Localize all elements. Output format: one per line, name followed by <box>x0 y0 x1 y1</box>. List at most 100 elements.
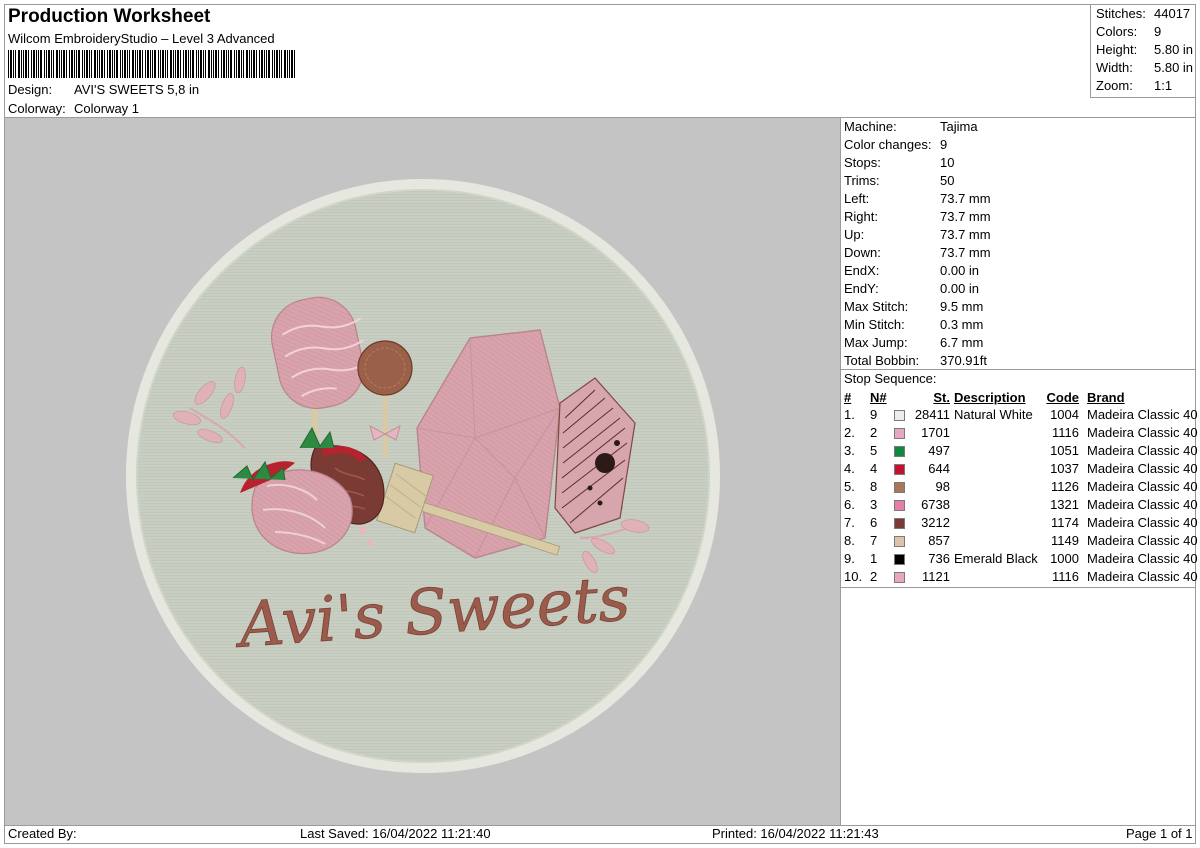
column-header: Code <box>1046 389 1080 405</box>
info-label: Up: <box>844 227 865 242</box>
info-label: Trims: <box>844 173 880 188</box>
info-label: Down: <box>844 245 881 260</box>
row-description <box>952 460 1043 478</box>
row-needle: 2 <box>870 569 878 584</box>
row-description <box>952 532 1043 550</box>
embroidery-preview-image: Avi's Sweets <box>126 179 720 773</box>
colorway-value: Colorway 1 <box>74 101 140 116</box>
stat-label: Colors: <box>1096 24 1138 39</box>
row-index: 1. <box>844 407 855 422</box>
row-brand: Madeira Classic 40 <box>1087 551 1198 566</box>
stat-stitches: Stitches: 44017 <box>1096 5 1196 23</box>
info-label: Stops: <box>844 155 881 170</box>
software-name: Wilcom EmbroideryStudio – Level 3 Advanc… <box>8 31 275 46</box>
row-description <box>952 442 1043 460</box>
info-label: Left: <box>844 191 870 206</box>
column-header: Description <box>954 389 1026 405</box>
row-code: 1116 <box>1052 569 1079 584</box>
color-swatch <box>892 550 910 568</box>
info-label: Machine: <box>844 119 897 134</box>
column-header: St. <box>933 389 950 405</box>
row-needle: 2 <box>870 425 878 440</box>
row-brand: Madeira Classic 40 <box>1087 407 1198 422</box>
row-index: 7. <box>844 515 855 530</box>
info-row: Up: 73.7 mm <box>844 226 1194 244</box>
info-row: Max Stitch: 9.5 mm <box>844 298 1194 316</box>
row-stitches: 857 <box>928 533 950 548</box>
row-stitches: 28411 <box>914 407 950 422</box>
info-row: Down: 73.7 mm <box>844 244 1194 262</box>
row-description <box>952 478 1043 496</box>
divider <box>840 117 841 825</box>
stat-label: Stitches: <box>1096 6 1146 21</box>
row-index: 5. <box>844 479 855 494</box>
color-swatch <box>892 496 910 514</box>
info-row: Left: 73.7 mm <box>844 190 1194 208</box>
info-label: Max Jump: <box>844 335 908 350</box>
info-row: Stops: 10 <box>844 154 1194 172</box>
row-description <box>952 424 1043 442</box>
row-description <box>952 514 1043 532</box>
row-stitches: 3212 <box>921 515 950 530</box>
design-preview: Avi's Sweets <box>5 118 840 825</box>
stat-label: Height: <box>1096 42 1138 57</box>
row-stitches: 98 <box>935 479 950 494</box>
stat-zoom: Zoom: 1:1 <box>1096 77 1196 95</box>
color-swatch <box>892 406 910 424</box>
stop-sequence-table: # N# St. Description Code Brand 1. 9 28411… <box>842 388 1200 586</box>
color-swatch-icon <box>894 572 905 584</box>
row-needle: 5 <box>870 443 878 458</box>
row-brand: Madeira Classic 40 <box>1087 497 1198 512</box>
table-row: 8. 7 857 1149 Madeira Classic 40 <box>842 532 1200 550</box>
row-code: 1174 <box>1051 515 1079 530</box>
colorway-row: Colorway: Colorway 1 <box>8 101 139 116</box>
divider <box>4 825 1196 826</box>
info-value: 0.00 in <box>940 281 980 296</box>
info-row: Machine: Tajima <box>844 118 1194 136</box>
info-value: 0.00 in <box>940 263 980 278</box>
footer-page: Page 1 of 1 <box>1126 826 1193 841</box>
colorway-label: Colorway: <box>8 101 66 116</box>
info-row: Min Stitch: 0.3 mm <box>844 316 1194 334</box>
table-row: 1. 9 28411 Natural White 1004 Madeira Classic… <box>842 406 1200 424</box>
row-code: 1126 <box>1051 479 1079 494</box>
color-swatch <box>892 424 910 442</box>
row-brand: Madeira Classic 40 <box>1087 533 1198 548</box>
stats-box: Stitches: 44017 Colors: 9 Height: 5.80 in W… <box>1090 4 1196 98</box>
table-row: 10. 2 1121 1116 Madeira Classic 40 <box>842 568 1200 586</box>
stat-label: Zoom: <box>1096 78 1133 93</box>
info-value: 0.3 mm <box>940 317 984 332</box>
machine-info: Machine: Tajima Color changes: 9 Stops: 10 … <box>844 118 1194 370</box>
row-code: 1116 <box>1052 425 1079 440</box>
row-index: 2. <box>844 425 855 440</box>
info-value: 10 <box>940 155 955 170</box>
table-row: 6. 3 6738 1321 Madeira Classic 40 <box>842 496 1200 514</box>
info-value: 73.7 mm <box>940 191 991 206</box>
row-index: 8. <box>844 533 855 548</box>
row-index: 4. <box>844 461 855 476</box>
worksheet-title: Production Worksheet <box>8 6 211 27</box>
design-row: Design: AVI'S SWEETS 5,8 in <box>8 82 199 97</box>
table-row: 7. 6 3212 1174 Madeira Classic 40 <box>842 514 1200 532</box>
row-needle: 8 <box>870 479 878 494</box>
row-description: Natural White <box>954 407 1033 422</box>
info-row: Max Jump: 6.7 mm <box>844 334 1194 352</box>
info-value: 9 <box>940 137 948 152</box>
row-stitches: 736 <box>928 551 950 566</box>
table-row: 5. 8 98 1126 Madeira Classic 40 <box>842 478 1200 496</box>
color-swatch <box>892 514 910 532</box>
stat-value: 44017 <box>1154 6 1191 21</box>
color-swatch-icon <box>894 410 905 422</box>
color-swatch <box>892 532 910 550</box>
stat-label: Width: <box>1096 60 1133 75</box>
info-label: Color changes: <box>844 137 932 152</box>
stat-width: Width: 5.80 in <box>1096 59 1196 77</box>
stat-value: 5.80 in <box>1154 60 1194 75</box>
row-needle: 7 <box>870 533 878 548</box>
info-value: 9.5 mm <box>940 299 984 314</box>
row-brand: Madeira Classic 40 <box>1087 479 1198 494</box>
color-swatch-icon <box>894 482 905 494</box>
color-swatch <box>892 442 910 460</box>
info-row: Trims: 50 <box>844 172 1194 190</box>
row-index: 6. <box>844 497 855 512</box>
